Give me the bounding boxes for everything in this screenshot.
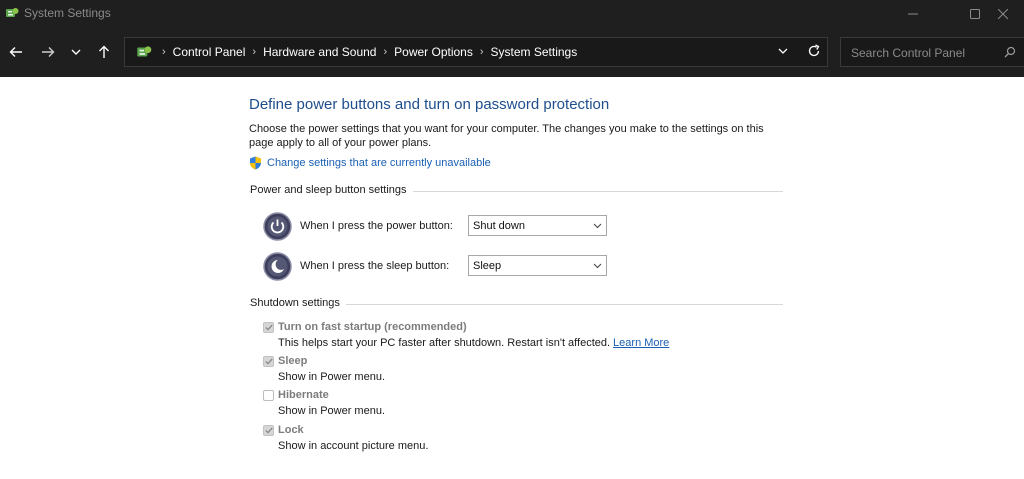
breadcrumb-power-options[interactable]: Power Options — [394, 45, 473, 59]
power-sleep-section-header: Power and sleep button settings — [249, 184, 783, 198]
back-button[interactable] — [4, 40, 28, 64]
lock-description: Show in account picture menu. — [278, 440, 429, 452]
close-button[interactable] — [982, 0, 1024, 27]
fast-startup-label: Turn on fast startup (recommended) — [278, 321, 467, 333]
uac-shield-icon — [250, 156, 261, 170]
forward-button[interactable] — [36, 40, 60, 64]
hibernate-description: Show in Power menu. — [278, 405, 385, 417]
sleep-button-label: When I press the sleep button: — [300, 260, 450, 272]
section-heading: Shutdown settings — [250, 297, 346, 309]
address-bar[interactable]: › Control Panel › Hardware and Sound › P… — [124, 37, 828, 67]
breadcrumb-separator-icon[interactable]: › — [383, 46, 387, 58]
power-button-label: When I press the power button: — [300, 220, 453, 232]
recent-locations-button[interactable] — [64, 40, 88, 64]
title-bar: System Settings — [0, 0, 1024, 27]
sleep-button-row: When I press the sleep button: Sleep — [263, 252, 683, 282]
fast-startup-description-text: This helps start your PC faster after sh… — [278, 337, 611, 349]
chevron-down-icon — [593, 263, 602, 269]
breadcrumb: › Control Panel › Hardware and Sound › P… — [135, 38, 577, 66]
search-icon[interactable] — [1004, 46, 1016, 58]
change-settings-link[interactable]: Change settings that are currently unava… — [249, 156, 491, 170]
up-arrow-icon — [99, 45, 109, 58]
breadcrumb-system-settings[interactable]: System Settings — [491, 45, 578, 59]
hibernate-checkbox[interactable] — [263, 390, 274, 401]
sleep-description: Show in Power menu. — [278, 371, 385, 383]
select-value: Shut down — [473, 220, 525, 232]
window-title: System Settings — [24, 6, 111, 20]
address-dropdown-icon[interactable] — [777, 45, 789, 57]
hibernate-label: Hibernate — [278, 389, 329, 401]
power-button-icon — [263, 212, 292, 241]
minimize-button[interactable] — [890, 0, 936, 27]
search-input[interactable] — [849, 44, 993, 62]
checkmark-icon — [264, 427, 273, 434]
power-button-action-select[interactable]: Shut down — [468, 215, 607, 236]
search-box[interactable] — [840, 37, 1024, 67]
select-value: Sleep — [473, 260, 502, 272]
change-settings-link-text[interactable]: Change settings that are currently unava… — [267, 157, 491, 169]
sleep-label: Sleep — [278, 355, 308, 367]
checkmark-icon — [264, 358, 273, 365]
section-heading: Power and sleep button settings — [250, 184, 413, 196]
breadcrumb-separator-icon[interactable]: › — [162, 46, 166, 58]
control-panel-icon — [6, 8, 19, 17]
breadcrumb-separator-icon[interactable]: › — [480, 46, 484, 58]
recent-chevron-icon — [71, 49, 81, 55]
close-icon — [998, 8, 1008, 19]
breadcrumb-control-panel[interactable]: Control Panel — [173, 45, 246, 59]
sleep-button-icon — [263, 252, 292, 281]
fast-startup-checkbox[interactable] — [263, 322, 274, 333]
checkmark-icon — [264, 324, 273, 331]
forward-arrow-icon — [42, 47, 55, 57]
navigation-bar: › Control Panel › Hardware and Sound › P… — [0, 27, 1024, 77]
refresh-icon[interactable] — [807, 44, 821, 58]
sleep-button-action-select[interactable]: Sleep — [468, 255, 607, 276]
sleep-checkbox[interactable] — [263, 356, 274, 367]
up-button[interactable] — [92, 40, 116, 64]
fast-startup-description: This helps start your PC faster after sh… — [278, 337, 669, 349]
lock-label: Lock — [278, 424, 304, 436]
page-title: Define power buttons and turn on passwor… — [249, 96, 610, 113]
maximize-icon — [970, 8, 980, 19]
shutdown-section-header: Shutdown settings — [249, 297, 783, 311]
control-panel-icon — [137, 46, 152, 57]
chevron-down-icon — [593, 223, 602, 229]
power-button-row: When I press the power button: Shut down — [263, 212, 683, 242]
back-arrow-icon — [9, 47, 22, 57]
breadcrumb-separator-icon[interactable]: › — [252, 46, 256, 58]
page-description: Choose the power settings that you want … — [249, 123, 764, 149]
learn-more-link[interactable]: Learn More — [613, 337, 669, 349]
breadcrumb-hardware-and-sound[interactable]: Hardware and Sound — [263, 45, 376, 59]
minimize-icon — [908, 13, 918, 14]
lock-checkbox[interactable] — [263, 425, 274, 436]
